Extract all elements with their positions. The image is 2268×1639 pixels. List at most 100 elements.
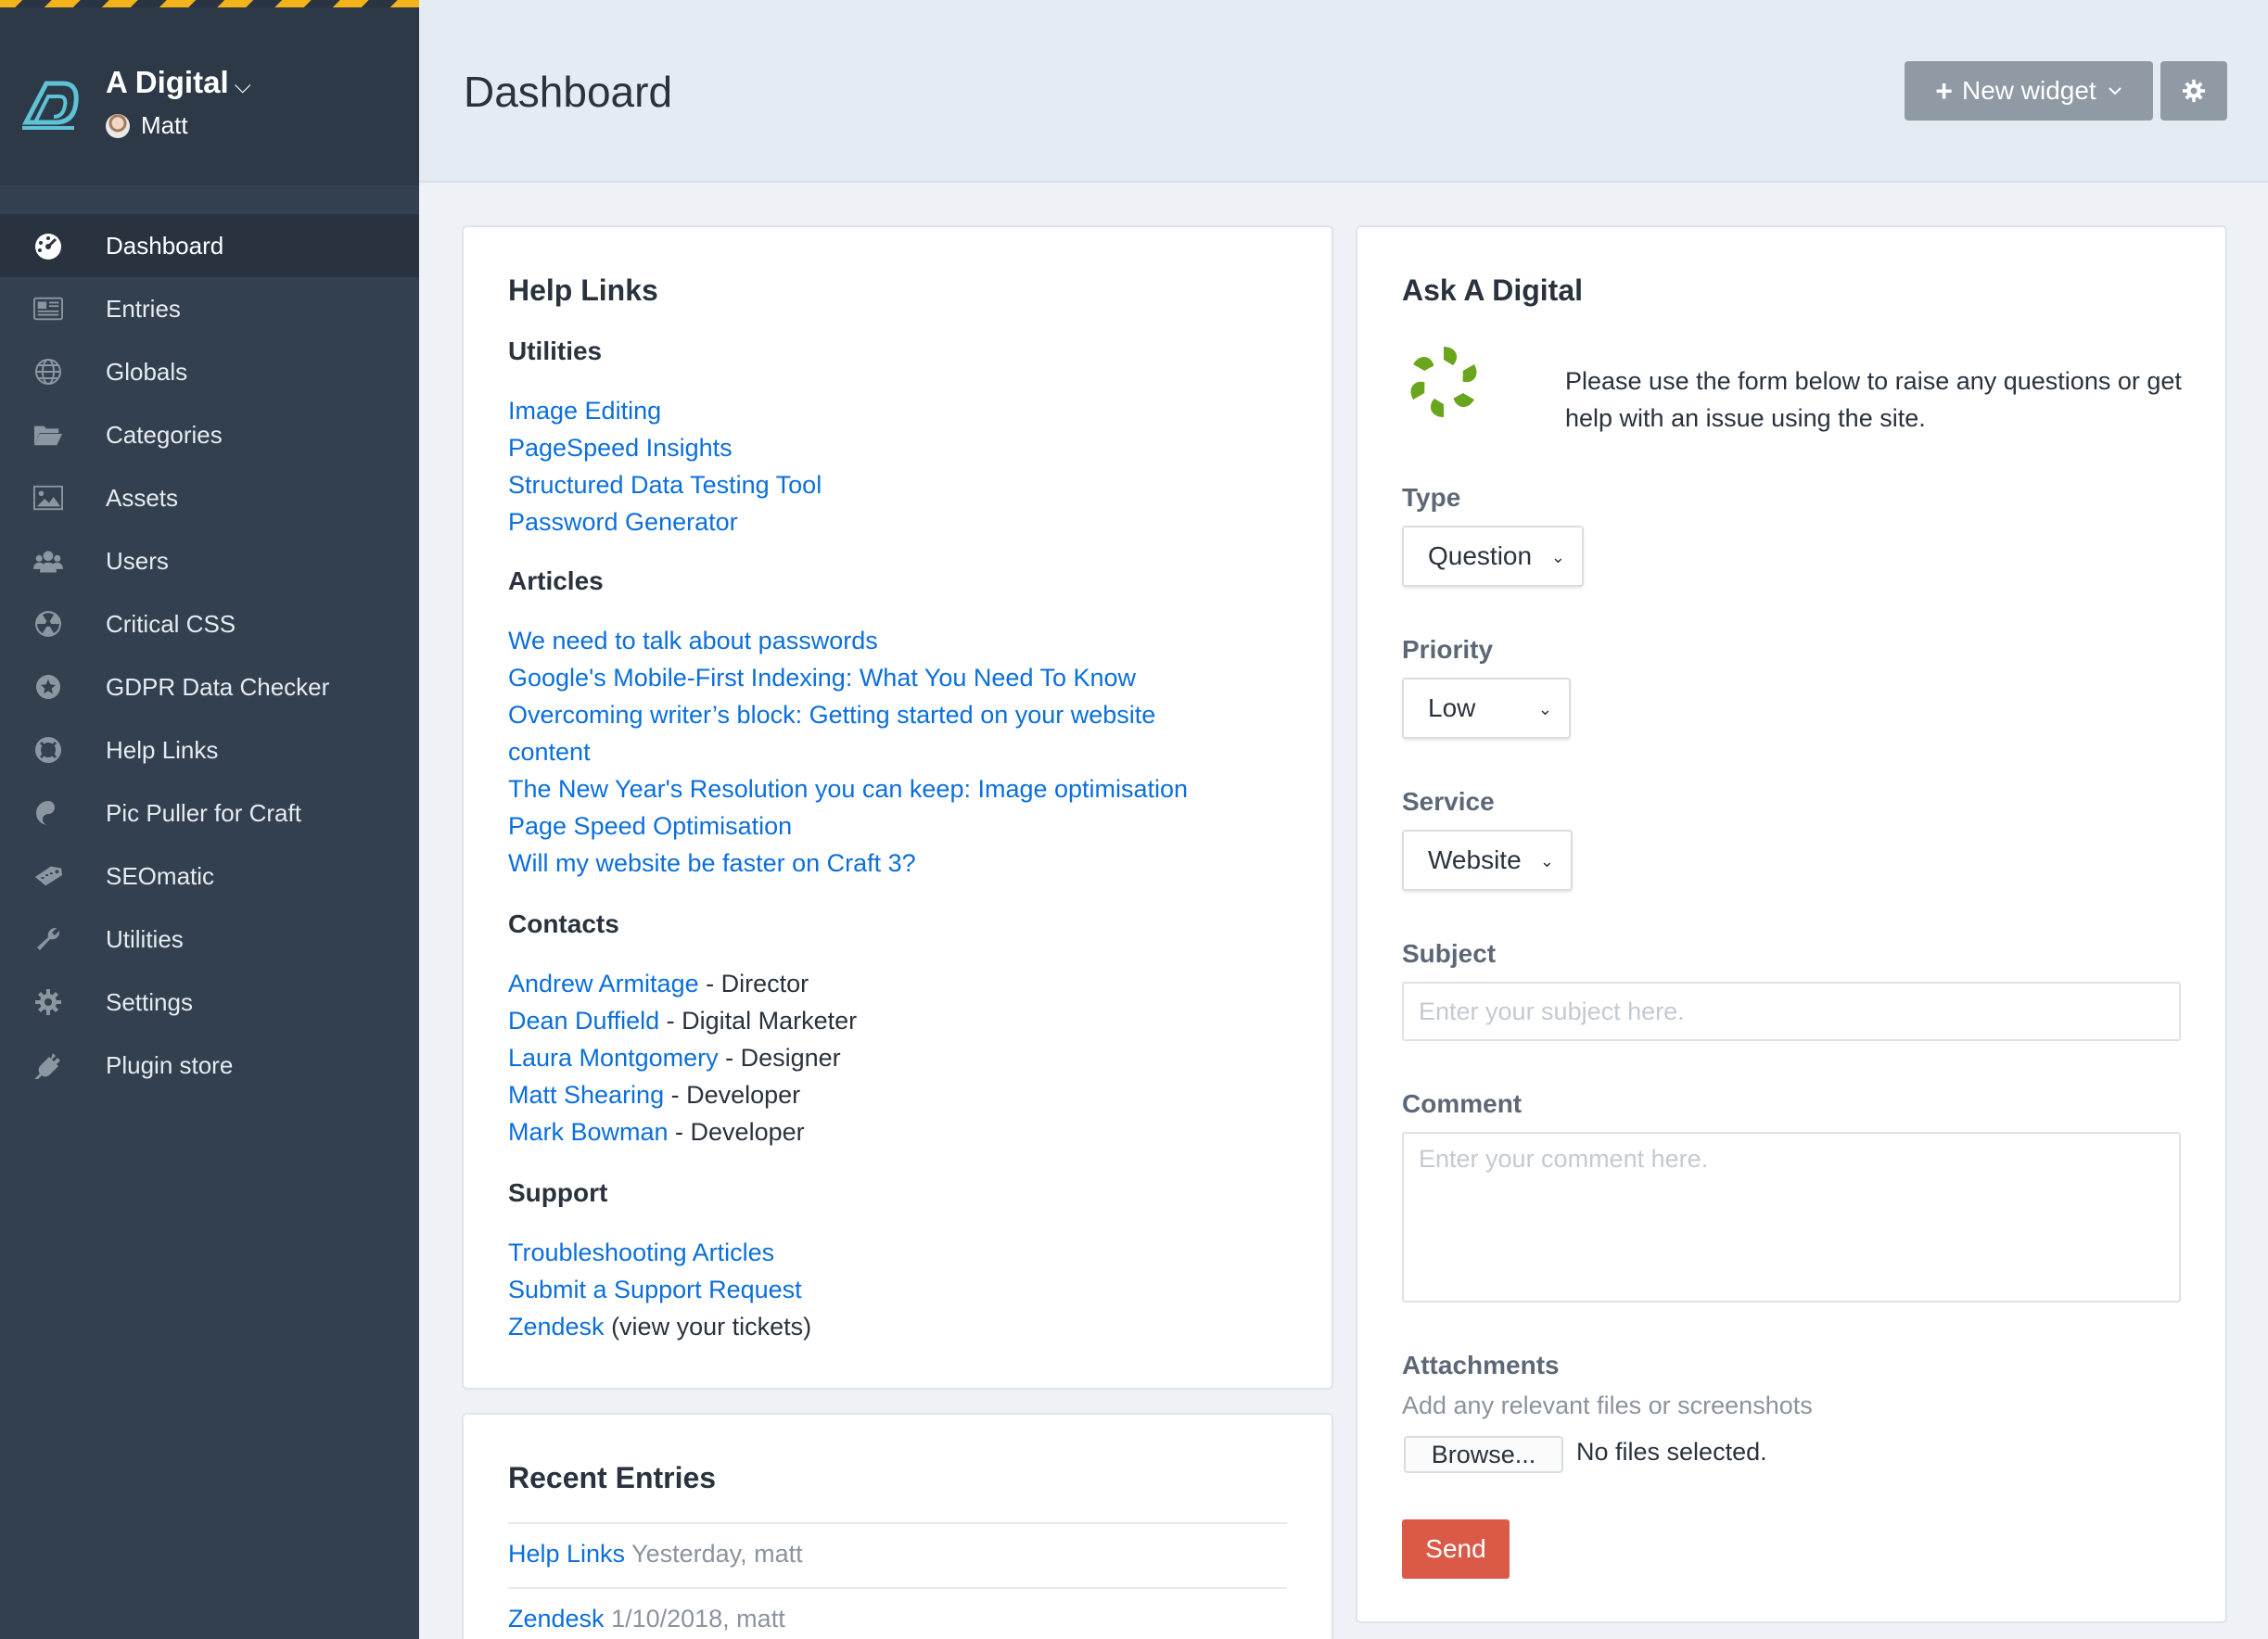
- site-name: A Digital: [106, 65, 229, 99]
- badge-star-icon: [33, 673, 63, 701]
- sidebar-item-help-links[interactable]: Help Links: [0, 718, 419, 781]
- page-header: Dashboard + New widget: [419, 0, 2268, 183]
- support-logo-icon: [1410, 347, 1477, 417]
- attachments-hint: Add any relevant files or screenshots: [1402, 1391, 1813, 1419]
- radiation-icon: [33, 610, 63, 638]
- comment-textarea[interactable]: [1402, 1132, 2181, 1302]
- link-pagespeed-insights[interactable]: PageSpeed Insights: [508, 434, 733, 462]
- section-heading-articles: Articles: [508, 566, 604, 595]
- link-troubleshooting-articles[interactable]: Troubleshooting Articles: [508, 1239, 774, 1266]
- contact-item: Mark Bowman - Developer: [508, 1113, 857, 1150]
- entry-link[interactable]: Help Links: [508, 1540, 625, 1568]
- sidebar-item-pic-puller-for-craft[interactable]: Pic Puller for Craft: [0, 781, 419, 845]
- chevron-down-icon: [2108, 87, 2121, 95]
- contact-link[interactable]: Dean Duffield: [508, 1007, 659, 1035]
- ask-intro-text: Please use the form below to raise any q…: [1565, 367, 2182, 432]
- attachments-label: Attachments: [1402, 1351, 1560, 1379]
- entry-meta: Yesterday, matt: [625, 1540, 803, 1568]
- divider: [508, 1522, 1287, 1524]
- contact-item: Andrew Armitage - Director: [508, 965, 857, 1002]
- article-link[interactable]: Overcoming writer’s block: Getting start…: [508, 701, 1155, 729]
- avatar: [106, 113, 130, 138]
- sidebar-item-dashboard[interactable]: Dashboard: [0, 214, 419, 277]
- link-submit-support-request[interactable]: Submit a Support Request: [508, 1276, 802, 1303]
- link-password-generator[interactable]: Password Generator: [508, 508, 738, 536]
- sidebar-item-globals[interactable]: Globals: [0, 340, 419, 403]
- sidebar-item-label: Dashboard: [106, 231, 224, 260]
- type-label: Type: [1402, 483, 1461, 512]
- contact-role: - Developer: [664, 1081, 801, 1109]
- contact-link[interactable]: Laura Montgomery: [508, 1044, 719, 1072]
- contact-role: - Designer: [718, 1044, 841, 1072]
- entry-link[interactable]: Zendesk: [508, 1605, 605, 1633]
- new-widget-button[interactable]: + New widget: [1905, 61, 2153, 121]
- gear-icon: [33, 988, 63, 1016]
- dashboard-settings-button[interactable]: [2160, 61, 2227, 121]
- section-heading-contacts: Contacts: [508, 909, 619, 938]
- browse-button[interactable]: Browse...: [1404, 1436, 1563, 1473]
- sidebar-item-assets[interactable]: Assets: [0, 466, 419, 529]
- service-label: Service: [1402, 787, 1495, 816]
- site-switcher[interactable]: A Digital ⌵: [106, 65, 251, 100]
- sidebar-item-label: GDPR Data Checker: [106, 672, 330, 701]
- utilities-links: Image Editing PageSpeed Insights Structu…: [508, 392, 822, 540]
- contact-link[interactable]: Andrew Armitage: [508, 970, 699, 997]
- user-menu[interactable]: Matt: [106, 111, 188, 140]
- new-widget-label: New widget: [1961, 76, 2096, 105]
- page-title: Dashboard: [464, 68, 673, 116]
- sidebar-item-label: Pic Puller for Craft: [106, 798, 301, 827]
- contact-link[interactable]: Mark Bowman: [508, 1118, 669, 1146]
- link-structured-data-testing-tool[interactable]: Structured Data Testing Tool: [508, 471, 822, 499]
- article-link[interactable]: Page Speed Optimisation: [508, 812, 792, 840]
- send-button[interactable]: Send: [1402, 1519, 1510, 1579]
- seo-tag-icon: [33, 862, 63, 890]
- sidebar-item-entries[interactable]: Entries: [0, 277, 419, 340]
- contact-item: Matt Shearing - Developer: [508, 1076, 857, 1113]
- user-name: Matt: [141, 111, 188, 139]
- article-link[interactable]: The New Year's Resolution you can keep: …: [508, 775, 1188, 803]
- type-select[interactable]: Question ⌄: [1402, 526, 1584, 587]
- users-icon: [33, 547, 63, 575]
- sidebar-item-label: SEOmatic: [106, 861, 215, 890]
- list-item: Help Links Yesterday, matt: [508, 1535, 803, 1572]
- link-zendesk[interactable]: Zendesk: [508, 1313, 605, 1340]
- priority-label: Priority: [1402, 635, 1494, 664]
- article-link[interactable]: Google's Mobile-First Indexing: What You…: [508, 664, 1136, 692]
- link-image-editing[interactable]: Image Editing: [508, 397, 661, 425]
- sidebar-item-critical-css[interactable]: Critical CSS: [0, 592, 419, 655]
- plus-icon: +: [1935, 73, 1953, 108]
- chevron-down-icon: ⌄: [1539, 852, 1554, 870]
- contacts-list: Andrew Armitage - Director Dean Duffield…: [508, 965, 857, 1150]
- sidebar-item-label: Assets: [106, 483, 179, 512]
- subject-input[interactable]: [1402, 982, 2181, 1041]
- article-link-continued[interactable]: content: [508, 738, 591, 766]
- articles-links: We need to talk about passwords Google's…: [508, 622, 1188, 882]
- sidebar-item-label: Plugin store: [106, 1050, 234, 1079]
- sidebar-item-utilities[interactable]: Utilities: [0, 908, 419, 971]
- sidebar-item-settings[interactable]: Settings: [0, 971, 419, 1034]
- globe-icon: [33, 358, 63, 386]
- comment-label: Comment: [1402, 1089, 1523, 1118]
- article-link[interactable]: We need to talk about passwords: [508, 627, 878, 654]
- section-heading-utilities: Utilities: [508, 337, 603, 365]
- sidebar-item-categories[interactable]: Categories: [0, 403, 419, 466]
- widget-title: Recent Entries: [508, 1461, 717, 1494]
- divider: [508, 1587, 1287, 1589]
- sidebar-item-seomatic[interactable]: SEOmatic: [0, 845, 419, 908]
- priority-select[interactable]: Low ⌄: [1402, 678, 1571, 739]
- sidebar-item-users[interactable]: Users: [0, 529, 419, 592]
- contact-link[interactable]: Matt Shearing: [508, 1081, 664, 1109]
- chevron-down-icon: ⌄: [1550, 548, 1565, 566]
- article-link[interactable]: Will my website be faster on Craft 3?: [508, 849, 916, 877]
- section-heading-support: Support: [508, 1178, 608, 1207]
- sidebar-nav: Dashboard Entries Globals Categories Ass…: [0, 214, 419, 1097]
- contact-item: Dean Duffield - Digital Marketer: [508, 1002, 857, 1039]
- file-status: No files selected.: [1576, 1438, 1767, 1466]
- contact-role: - Digital Marketer: [659, 1007, 858, 1035]
- service-select[interactable]: Website ⌄: [1402, 830, 1573, 891]
- life-ring-icon: [33, 736, 63, 764]
- site-header: A Digital ⌵ Matt: [0, 7, 419, 185]
- sidebar-item-plugin-store[interactable]: Plugin store: [0, 1034, 419, 1097]
- sidebar-item-label: Users: [106, 546, 169, 575]
- sidebar-item-gdpr-data-checker[interactable]: GDPR Data Checker: [0, 655, 419, 718]
